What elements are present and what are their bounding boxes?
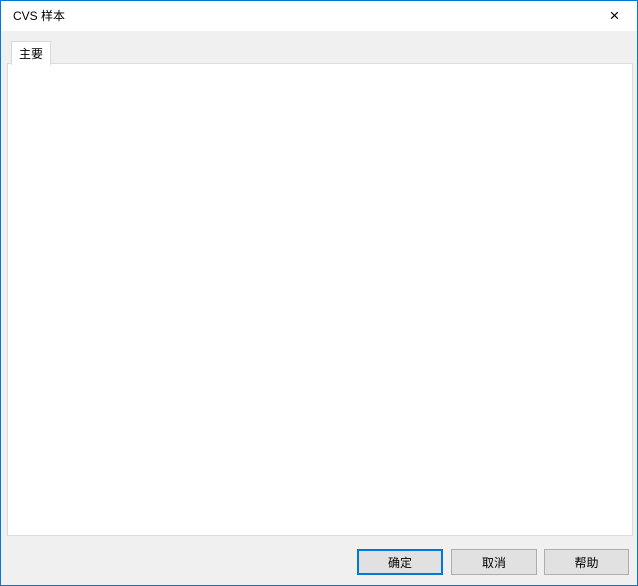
tab-main[interactable]: 主要 (11, 41, 51, 65)
window-title: CVS 样本 (13, 1, 65, 31)
help-button[interactable]: 帮助 (544, 549, 629, 575)
ok-button[interactable]: 确定 (357, 549, 443, 575)
tab-page (7, 63, 633, 536)
close-icon[interactable]: × (592, 1, 637, 31)
title-bar: CVS 样本 × (1, 1, 637, 31)
tab-main-label: 主要 (19, 45, 43, 62)
dialog-cvs-sample: CVS 样本 × 主要 账面价值 层编号 ✓ 种子 invoice_amoun … (0, 0, 638, 586)
cancel-button[interactable]: 取消 (451, 549, 537, 575)
